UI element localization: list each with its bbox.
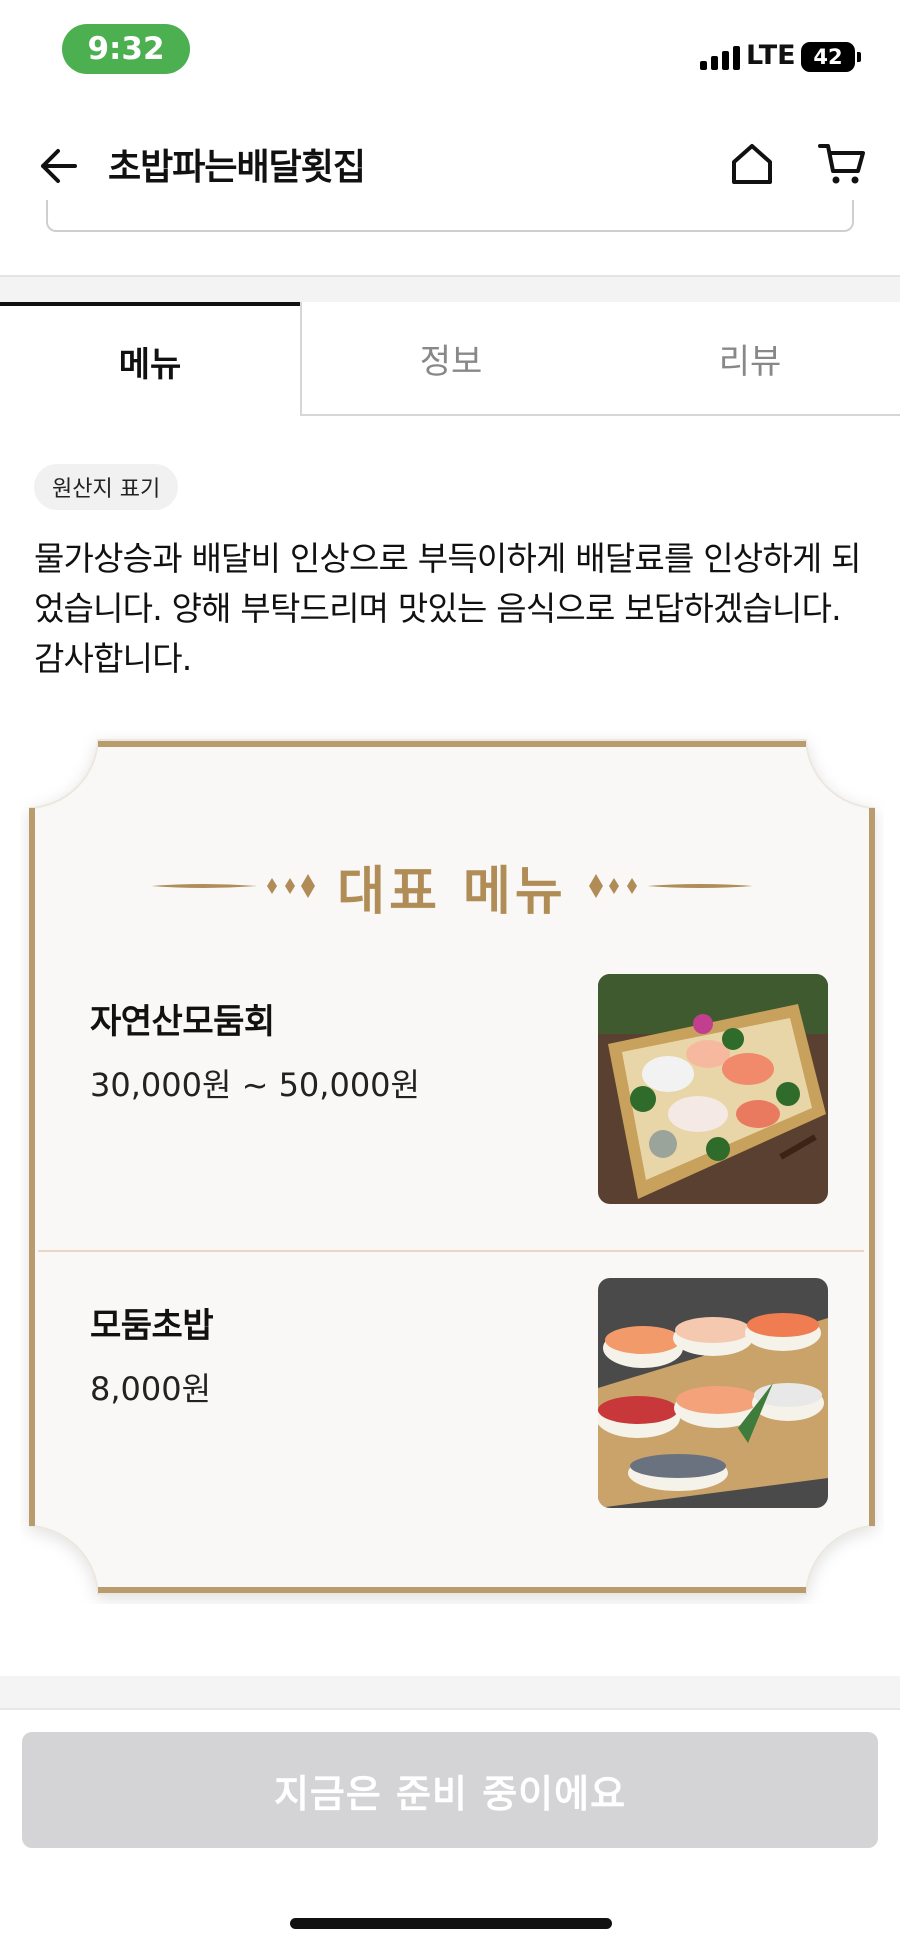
origin-label-chip[interactable]: 원산지 표기: [34, 464, 179, 510]
signal-icon: [700, 44, 740, 70]
home-icon: [732, 144, 772, 184]
featured-title-row: 대표 메뉴: [20, 848, 884, 924]
order-button[interactable]: 지금은 준비 중이에요: [22, 1732, 878, 1848]
top-nav: 초밥파는배달횟집: [0, 118, 900, 202]
ornament-right-icon: [588, 874, 753, 898]
ornament-left-icon: [151, 874, 316, 898]
menu-item[interactable]: 모둠초밥 8,000원: [38, 1254, 864, 1554]
bottom-divider: [0, 1676, 900, 1710]
menu-item-price: 8,000원: [90, 1370, 212, 1408]
featured-title: 대표 메뉴: [337, 861, 567, 922]
tab-menu[interactable]: 메뉴: [0, 302, 300, 416]
menu-item-name: 모둠초밥: [90, 1306, 214, 1346]
back-button[interactable]: [28, 136, 88, 196]
sushi-platter-photo: [598, 1278, 828, 1508]
home-button[interactable]: [722, 134, 782, 194]
status-time: 9:32: [62, 24, 190, 74]
network-label: LTE: [746, 40, 796, 71]
cart-button[interactable]: [812, 134, 872, 194]
search-box-edge: [46, 200, 854, 232]
cart-icon: [818, 144, 865, 184]
store-title: 초밥파는배달횟집: [108, 147, 366, 188]
store-notice: 물가상승과 배달비 인상으로 부득이하게 배달료를 인상하게 되었습니다. 양해…: [34, 539, 862, 678]
tab-info[interactable]: 정보: [300, 302, 600, 416]
battery-nub: [857, 52, 861, 62]
menu-item[interactable]: 자연산모둠회 30,000원 ~ 50,000원: [38, 950, 864, 1252]
tab-bar: 메뉴 정보 리뷰: [0, 302, 900, 416]
menu-item-price: 30,000원 ~ 50,000원: [90, 1066, 420, 1104]
menu-item-name: 자연산모둠회: [90, 1002, 275, 1042]
arrow-left-icon: [41, 149, 77, 183]
featured-menu-card: 대표 메뉴 자연산모둠회 30,000원 ~ 50,000원 모둠초밥 8,00…: [20, 730, 884, 1604]
tab-review[interactable]: 리뷰: [600, 302, 900, 416]
sashimi-platter-photo: [598, 974, 828, 1204]
section-divider: [0, 275, 900, 303]
battery-icon: 42: [801, 42, 855, 72]
home-indicator: [290, 1918, 612, 1929]
status-bar: 9:32 LTE 42: [0, 0, 900, 100]
